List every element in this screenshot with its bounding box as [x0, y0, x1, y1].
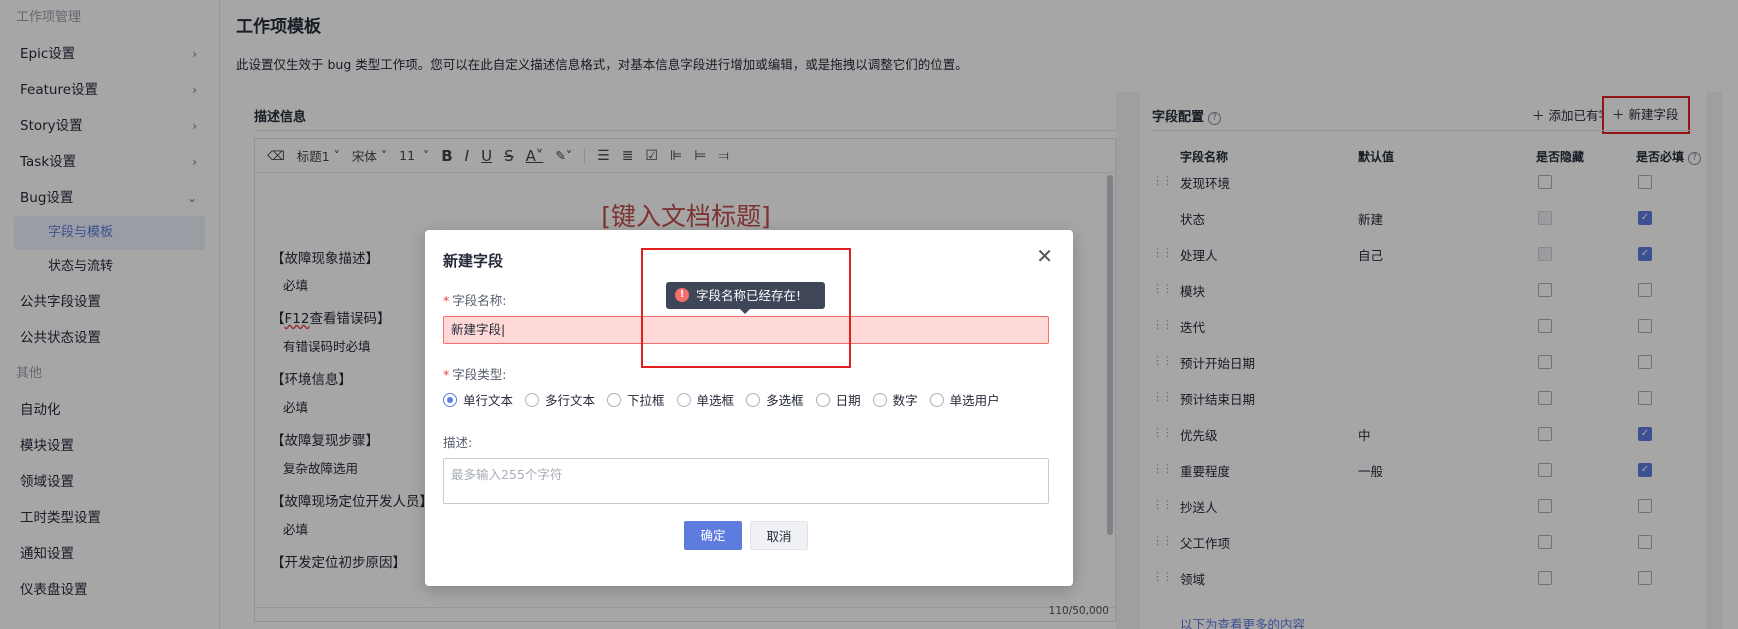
highlight-box [641, 248, 851, 368]
field-type-radio-group: 单行文本 多行文本 下拉框 单选框 多选框 日期 数字 单选用户 [443, 390, 1012, 409]
confirm-button[interactable]: 确定 [684, 521, 742, 550]
field-type-radio[interactable]: 下拉框 [607, 390, 665, 409]
radio-icon [815, 392, 830, 407]
radio-icon [525, 392, 540, 407]
radio-icon [929, 392, 944, 407]
radio-icon [607, 392, 622, 407]
field-type-radio[interactable]: 单选用户 [929, 390, 1000, 409]
radio-icon [443, 392, 457, 407]
field-type-radio[interactable]: 单选框 [676, 390, 734, 409]
field-name-label: * 字段名称: [443, 293, 507, 308]
field-type-radio[interactable]: 多行文本 [525, 390, 595, 409]
field-type-radio[interactable]: 多选框 [746, 390, 804, 409]
radio-icon [676, 392, 691, 407]
field-type-radio[interactable]: 单行文本 [443, 390, 513, 409]
new-field-dialog: 新建字段 ✕ * 字段名称: 新建字段| * 字段类型: 单行文本 多行文本 下拉框 单选… [425, 230, 1073, 586]
field-type-radio[interactable]: 数字 [872, 390, 918, 409]
radio-icon [746, 392, 761, 407]
radio-icon [872, 392, 887, 407]
description-textarea[interactable]: 最多输入255个字符 [443, 458, 1049, 504]
field-type-label: * 字段类型: [443, 367, 507, 382]
dialog-title: 新建字段 [443, 252, 504, 270]
cancel-button[interactable]: 取消 [750, 521, 808, 550]
description-label: 描述: [443, 435, 473, 450]
field-type-radio[interactable]: 日期 [815, 390, 861, 409]
close-icon[interactable]: ✕ [1036, 246, 1053, 266]
